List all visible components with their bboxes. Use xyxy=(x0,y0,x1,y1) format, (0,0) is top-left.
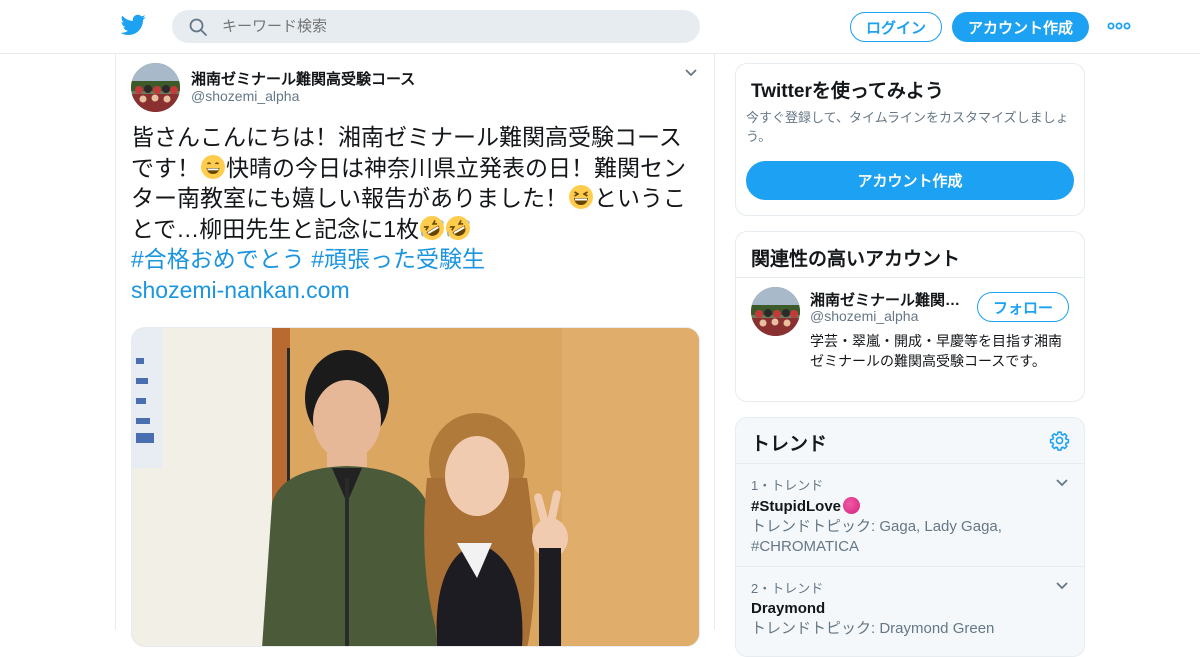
more-options-icon[interactable] xyxy=(1106,16,1132,36)
chevron-down-icon[interactable] xyxy=(1055,478,1069,488)
author-name[interactable]: 湘南ゼミナール難関高受験コース xyxy=(191,68,415,89)
external-link[interactable]: shozemi-nankan.com xyxy=(131,277,350,303)
trend-name[interactable]: #StupidLove xyxy=(751,497,1071,515)
hashtag-link[interactable]: #頑張った受験生 xyxy=(311,246,485,272)
author-handle[interactable]: @shozemi_alpha xyxy=(191,88,299,104)
trend-rank: 2・トレンド xyxy=(751,581,824,596)
rolling-on-floor-laughing-emoji-icon xyxy=(420,215,445,240)
laughing-face-emoji-icon xyxy=(569,185,593,209)
divider xyxy=(736,277,1084,278)
related-account-handle[interactable]: @shozemi_alpha xyxy=(810,308,918,324)
rolling-on-floor-laughing-emoji-icon xyxy=(446,215,471,240)
tweet-photo[interactable] xyxy=(131,327,700,647)
tweet-column: 湘南ゼミナール難関高受験コース @shozemi_alpha 皆さんこんにちは！… xyxy=(115,54,715,647)
trend-name-text: #StupidLove xyxy=(751,498,842,515)
trend-name[interactable]: Draymond xyxy=(751,600,1071,617)
signup-card-subtitle: 今すぐ登録して、タイムラインをカスタマイズしましょう。 xyxy=(746,110,1069,144)
related-account-avatar[interactable] xyxy=(751,287,800,336)
trend-rank: 1・トレンド xyxy=(751,478,824,493)
signup-card: Twitterを使ってみよう 今すぐ登録して、タイムラインをカスタマイズしましょ… xyxy=(735,63,1085,216)
related-accounts-title: 関連性の高いアカウント xyxy=(751,249,961,270)
tweet-text: 皆さんこんにちは！湘南ゼミナール難関高受験コースです！ 快晴の今日は神奈川県立発… xyxy=(131,122,703,305)
search-bar[interactable] xyxy=(172,10,700,43)
grinning-face-emoji-icon xyxy=(201,154,225,179)
top-navigation-bar: ログイン アカウント作成 xyxy=(0,0,1200,54)
signup-card-title: Twitterを使ってみよう xyxy=(751,81,944,102)
divider xyxy=(736,566,1084,567)
twitter-bird-logo-icon[interactable] xyxy=(121,14,146,36)
related-accounts-card: 関連性の高いアカウント 湘南ゼミナール難関… @shozemi_alpha フォ… xyxy=(735,231,1085,402)
related-account-name[interactable]: 湘南ゼミナール難関… xyxy=(810,289,970,310)
divider xyxy=(736,463,1084,464)
chevron-down-icon[interactable] xyxy=(1055,581,1069,591)
signup-card-button[interactable]: アカウント作成 xyxy=(746,161,1074,200)
signup-button[interactable]: アカウント作成 xyxy=(952,12,1089,42)
related-account-bio: 学芸・翠嵐・開成・早慶等を目指す湘南ゼミナールの難関高受験コースです。 xyxy=(810,333,1062,369)
trend-item[interactable]: 1・トレンド #StupidLove トレンドトピック: Gaga, Lady … xyxy=(751,475,1071,557)
gear-icon[interactable] xyxy=(1049,430,1070,451)
login-button[interactable]: ログイン xyxy=(850,12,942,42)
chevron-down-icon[interactable] xyxy=(684,68,698,78)
trends-title: トレンド xyxy=(751,434,828,455)
author-avatar[interactable] xyxy=(131,63,180,112)
trends-card: トレンド 1・トレンド #StupidLove トレンドトピック: Gaga, … xyxy=(735,417,1085,657)
follow-button[interactable]: フォロー xyxy=(977,292,1069,322)
search-input[interactable] xyxy=(222,10,682,43)
search-icon xyxy=(189,18,207,36)
trend-description: トレンドトピック: Draymond Green xyxy=(751,620,995,637)
hashtag-link[interactable]: #合格おめでとう xyxy=(131,246,305,272)
trend-description: トレンドトピック: Gaga, Lady Gaga, #CHROMATICA xyxy=(751,518,1002,555)
pink-ball-emoji-icon xyxy=(843,497,861,514)
